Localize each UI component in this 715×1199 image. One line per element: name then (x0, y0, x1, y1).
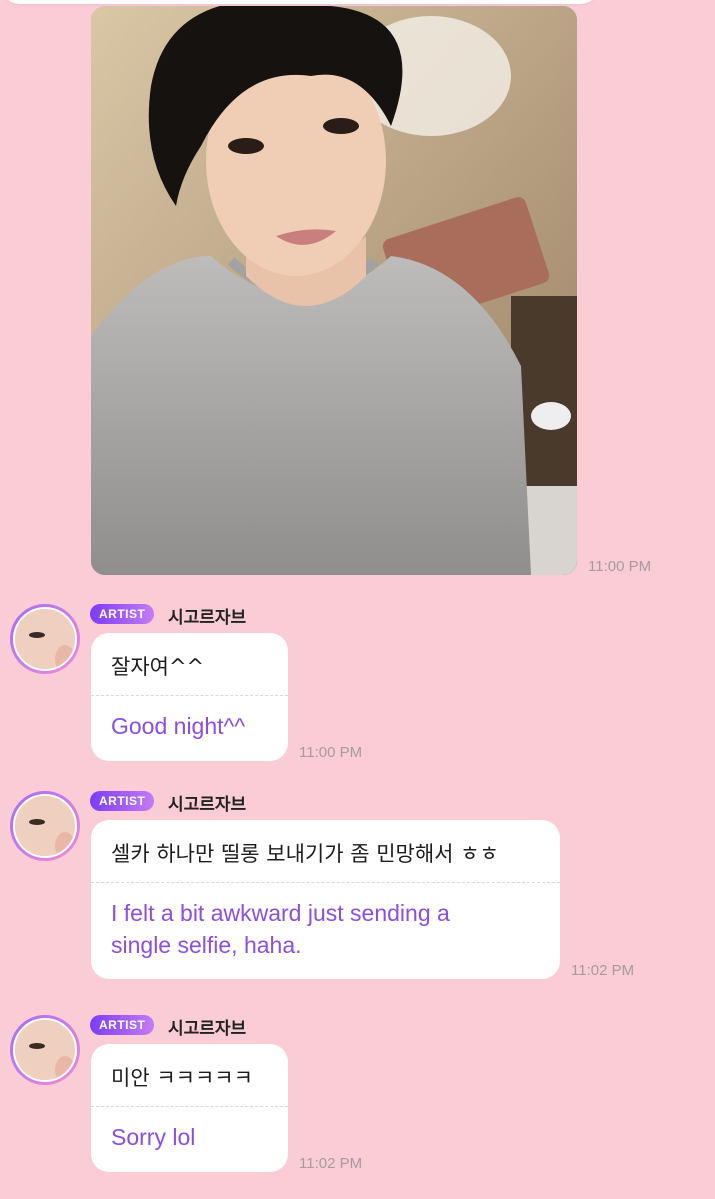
message-timestamp: 11:02 PM (299, 1155, 363, 1172)
artist-avatar[interactable] (10, 604, 80, 674)
artist-badge: ARTIST (90, 1015, 155, 1035)
message-bubble[interactable]: 미안 ㅋㅋㅋㅋㅋ Sorry lol (91, 1044, 288, 1172)
original-text: 미안 ㅋㅋㅋㅋㅋ (111, 1066, 253, 1090)
message-bubble[interactable]: 셀카 하나만 띨롱 보내기가 좀 민망해서 ㅎㅎ I felt a bit aw… (91, 820, 560, 979)
artist-avatar[interactable] (10, 1015, 80, 1085)
translation-text: Sorry lol (111, 1124, 196, 1150)
sender-name: 시고르자브 (168, 608, 247, 628)
photo-timestamp: 11:00 PM (588, 558, 652, 575)
selfie-photo[interactable] (91, 6, 577, 575)
sender-name: 시고르자브 (168, 795, 247, 815)
message-timestamp: 11:00 PM (299, 744, 363, 761)
artist-avatar[interactable] (10, 791, 80, 861)
original-text: 셀카 하나만 띨롱 보내기가 좀 민망해서 ㅎㅎ (111, 842, 499, 866)
original-text: 잘자여^^ (111, 655, 205, 679)
message-timestamp: 11:02 PM (571, 962, 635, 979)
translation-text: Good night^^ (111, 713, 246, 739)
sender-name: 시고르자브 (168, 1019, 247, 1039)
message-bubble[interactable]: 잘자여^^ Good night^^ (91, 633, 288, 761)
translation-text: I felt a bit awkward just sending a sing… (111, 900, 450, 958)
artist-badge: ARTIST (90, 604, 155, 624)
previous-message-bubble (0, 0, 600, 4)
artist-badge: ARTIST (90, 791, 155, 811)
